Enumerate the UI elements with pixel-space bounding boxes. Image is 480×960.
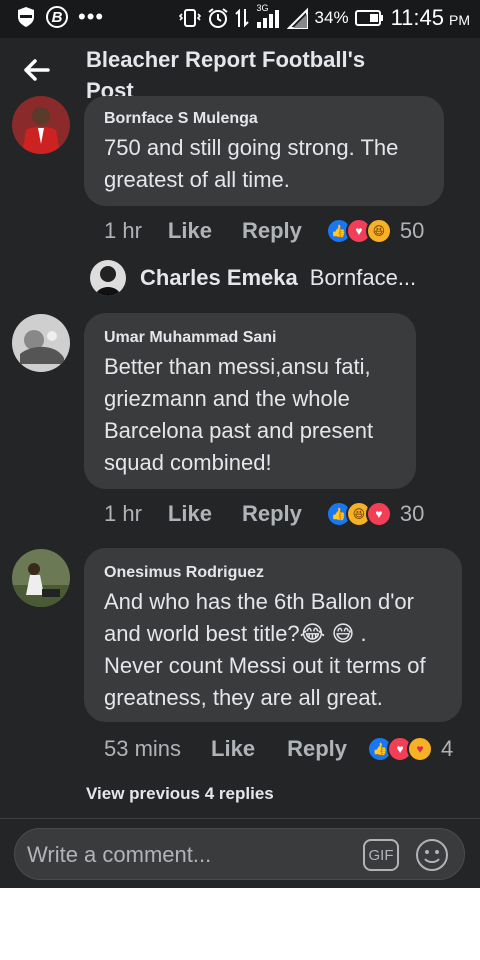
comment-composer: GIF <box>14 828 465 880</box>
alarm-icon <box>207 7 229 29</box>
comment-actions: 1 hr Like Reply 👍 😆 ♥ 30 <box>104 501 424 527</box>
reply-preview[interactable]: Charles Emeka Bornface... <box>90 260 416 296</box>
comment-text-line1: And who has the 6th Ballon d'or <box>104 589 414 614</box>
comment-text: 750 and still going strong. The greatest… <box>104 135 399 192</box>
screen: B ••• 3G 34% 11:45 PM Bleacher Report Fo… <box>0 0 480 888</box>
like-button[interactable]: Like <box>168 501 212 527</box>
gif-button[interactable]: GIF <box>363 839 399 871</box>
more-dots-icon: ••• <box>78 4 105 29</box>
gif-label: GIF <box>368 846 394 864</box>
signal-icon: 3G <box>255 3 281 29</box>
vibrate-icon <box>178 8 201 28</box>
comment-text-line2: and world best title? <box>104 621 300 646</box>
b-app-icon: B <box>46 6 68 28</box>
smiley-icon <box>415 839 449 876</box>
arrow-left-icon <box>22 58 50 87</box>
reaction-count: 4 <box>441 736 454 761</box>
signal-empty-icon <box>286 7 309 29</box>
haha-reaction-icon: 😆 <box>365 218 392 244</box>
reply-button[interactable]: Reply <box>287 736 347 762</box>
clock-time: 11:45 <box>390 5 444 30</box>
care-reaction-icon: ♥ <box>407 736 433 762</box>
divider <box>0 818 480 819</box>
clock: 11:45 PM <box>391 5 470 31</box>
comment-text: Better than messi,ansu fati, griezmann a… <box>104 354 374 475</box>
reactions-summary[interactable]: 👍 ♥ ♥ 4 <box>367 736 453 762</box>
comment-time: 1 hr <box>104 501 142 526</box>
comment-author[interactable]: Bornface S Mulenga <box>104 110 424 128</box>
status-right: 3G 34% 11:45 PM <box>178 3 470 31</box>
reaction-count: 50 <box>399 218 425 243</box>
reply-button[interactable]: Reply <box>242 218 302 244</box>
shield-icon <box>16 6 36 28</box>
reaction-count: 30 <box>399 501 425 526</box>
status-bar: B ••• 3G 34% 11:45 PM <box>0 0 480 38</box>
network-type: 3G <box>256 3 269 13</box>
comment-time: 1 hr <box>104 218 142 243</box>
comment-author[interactable]: Onesimus Rodriguez <box>104 564 442 582</box>
avatar[interactable] <box>12 549 70 607</box>
reply-author[interactable]: Charles Emeka <box>140 265 298 291</box>
battery-icon <box>354 9 385 27</box>
reply-snippet: Bornface... <box>309 265 417 290</box>
reactions-summary[interactable]: 👍 😆 ♥ 30 <box>325 501 425 527</box>
data-arrows-icon <box>234 7 249 29</box>
comment-text-rest: Never count Messi out it terms of greatn… <box>104 653 426 710</box>
comment-bubble[interactable]: Bornface S Mulenga 750 and still going s… <box>84 96 444 206</box>
back-button[interactable] <box>14 54 58 90</box>
reply-button[interactable]: Reply <box>242 501 302 527</box>
laughing-emoji: 😂 😅 . <box>299 621 367 646</box>
view-previous-replies-link[interactable]: View previous 4 replies <box>86 784 274 804</box>
avatar[interactable] <box>90 260 126 296</box>
avatar[interactable] <box>12 96 70 154</box>
comment-text: And who has the 6th Ballon d'or and worl… <box>104 586 442 714</box>
like-button[interactable]: Like <box>211 736 255 762</box>
like-button[interactable]: Like <box>168 218 212 244</box>
comment-bubble[interactable]: Onesimus Rodriguez And who has the 6th B… <box>84 548 462 722</box>
comment-actions: 1 hr Like Reply 👍 ♥ 😆 50 <box>104 218 424 244</box>
status-left: B ••• <box>16 6 104 28</box>
clock-ampm: PM <box>449 12 470 28</box>
comment-time: 53 mins <box>104 736 182 761</box>
emoji-button[interactable] <box>415 838 449 872</box>
reactions-summary[interactable]: 👍 ♥ 😆 50 <box>325 218 425 244</box>
comment-input[interactable] <box>25 835 349 875</box>
love-reaction-icon: ♥ <box>365 501 392 527</box>
comment-actions: 53 mins Like Reply 👍 ♥ ♥ 4 <box>104 736 453 762</box>
avatar[interactable] <box>12 314 70 372</box>
battery-percent: 34% <box>314 8 349 27</box>
comment-bubble[interactable]: Umar Muhammad Sani Better than messi,ans… <box>84 313 416 489</box>
comment-author[interactable]: Umar Muhammad Sani <box>104 329 396 347</box>
